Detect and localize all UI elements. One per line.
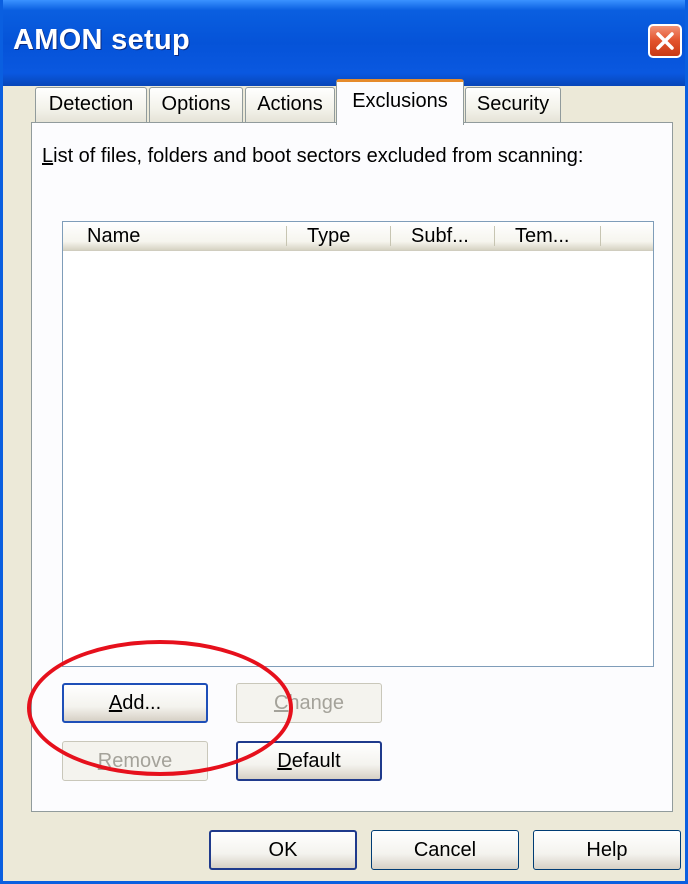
tab-security[interactable]: Security [465,87,561,123]
tab-actions[interactable]: Actions [245,87,335,123]
add-mnemonic: A [108,692,123,714]
exclusions-panel: List of files, folders and boot sectors … [31,122,673,812]
add-label: dd... [122,692,162,714]
help-button[interactable]: Help [533,830,681,870]
column-header-subfolders[interactable]: Subf... [391,222,495,250]
cancel-button[interactable]: Cancel [371,830,519,870]
column-header-name[interactable]: Name [63,222,287,250]
exclusions-list[interactable]: Name Type Subf... Tem... [62,221,654,667]
ok-button[interactable]: OK [209,830,357,870]
add-button[interactable]: Add... [62,683,208,723]
caption-mnemonic: L [42,145,54,167]
title-bar[interactable]: AMON setup [3,0,685,86]
remove-mnemonic: R [97,750,113,772]
column-divider[interactable] [600,226,601,246]
tab-label: Options [161,93,231,115]
tab-exclusions[interactable]: Exclusions [336,79,464,125]
change-mnemonic: C [273,692,289,714]
default-button[interactable]: Default [236,741,382,781]
list-header: Name Type Subf... Tem... [63,222,653,251]
close-button[interactable] [648,24,682,58]
tab-label: Security [476,93,550,115]
tab-label: Actions [257,93,323,115]
default-label: efault [291,750,341,772]
default-mnemonic: D [277,750,292,772]
remove-button[interactable]: Remove [62,741,208,781]
tab-options[interactable]: Options [149,87,243,123]
change-button[interactable]: Change [236,683,382,723]
tab-label: Detection [48,93,134,115]
caption-text: ist of files, folders and boot sectors e… [53,145,584,167]
window-title: AMON setup [13,24,190,56]
tab-detection[interactable]: Detection [35,87,147,123]
column-header-temporary[interactable]: Tem... [495,222,601,250]
exclusions-caption: List of files, folders and boot sectors … [42,145,583,168]
column-header-type[interactable]: Type [287,222,391,250]
amon-setup-window: AMON setup Detection Options Actions Exc… [0,0,688,884]
tab-label: Exclusions [352,90,448,112]
change-label: hange [288,692,345,714]
remove-label: emove [112,750,173,772]
